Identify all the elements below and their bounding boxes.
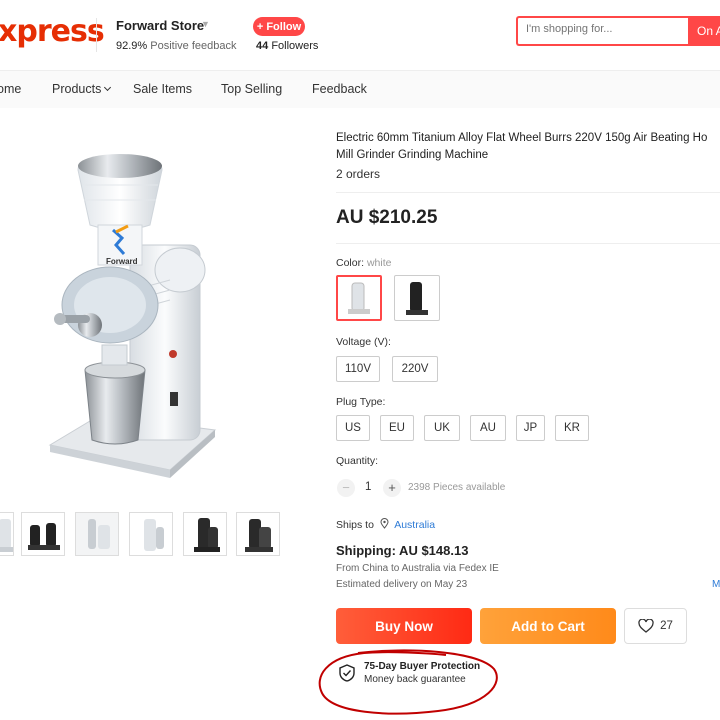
voltage-label: Voltage (V): xyxy=(336,336,391,348)
feedback-label: Positive feedback xyxy=(150,40,237,52)
color-label: Color: white xyxy=(336,257,391,269)
wishlist-count: 27 xyxy=(660,620,673,632)
chevron-down-icon xyxy=(104,83,112,92)
shipping-price: Shipping: AU $148.13 xyxy=(336,543,469,558)
plug-option-uk[interactable]: UK xyxy=(424,415,460,441)
ships-to: Ships to Australia xyxy=(336,518,435,531)
shipping-route: From China to Australia via Fedex IE xyxy=(336,563,499,574)
store-caret-icon[interactable]: ▼ xyxy=(201,19,210,29)
stock-available: 2398 Pieces available xyxy=(408,482,506,493)
ships-to-label: Ships to xyxy=(336,519,374,531)
plug-option-eu[interactable]: EU xyxy=(380,415,414,441)
ships-to-location[interactable]: Australia xyxy=(394,519,435,531)
header-divider xyxy=(96,18,97,52)
followers-label: Followers xyxy=(271,40,319,52)
color-label-text: Color: xyxy=(336,257,365,269)
plug-option-jp[interactable]: JP xyxy=(516,415,545,441)
aliexpress-logo[interactable]: xpress xyxy=(0,14,105,49)
product-title-line2: Mill Grinder Grinding Machine xyxy=(336,149,489,161)
nav-products[interactable]: Products xyxy=(52,82,112,96)
wishlist-button[interactable]: 27 xyxy=(624,608,687,644)
nav-products-label: Products xyxy=(52,82,102,96)
divider xyxy=(336,192,720,193)
nav-feedback-label: Feedback xyxy=(312,82,367,96)
quantity-value[interactable]: 1 xyxy=(365,481,371,493)
search-input[interactable] xyxy=(526,23,686,35)
thumbnail[interactable] xyxy=(236,512,280,556)
color-option-black[interactable] xyxy=(394,275,440,321)
nav-top-selling[interactable]: Top Selling xyxy=(221,82,282,96)
store-nav: ome Products Sale Items Top Selling Feed… xyxy=(0,70,720,108)
store-name[interactable]: Forward Store xyxy=(116,18,204,33)
plug-option-au[interactable]: AU xyxy=(470,415,506,441)
annotation-circle xyxy=(318,649,498,715)
nav-top-selling-label: Top Selling xyxy=(221,82,283,96)
gallery-brand-label: Forward xyxy=(106,257,138,266)
thumbnail[interactable] xyxy=(129,512,173,556)
thumbnail[interactable] xyxy=(0,512,14,556)
plug-option-kr[interactable]: KR xyxy=(555,415,589,441)
divider xyxy=(336,243,720,244)
plug-type-label: Plug Type: xyxy=(336,396,386,408)
thumbnail[interactable] xyxy=(21,512,65,556)
add-to-cart-button[interactable]: Add to Cart xyxy=(480,608,616,644)
product-page: xpress Forward Store ▼ 92.9% Positive fe… xyxy=(0,0,720,720)
voltage-option-110v[interactable]: 110V xyxy=(336,356,380,382)
product-title-line1: Electric 60mm Titanium Alloy Flat Wheel … xyxy=(336,132,708,144)
followers-info: 44 Followers xyxy=(256,40,318,52)
search-scope-button[interactable]: On A xyxy=(688,16,720,46)
location-pin-icon xyxy=(380,518,389,529)
color-value: white xyxy=(366,257,392,269)
order-count: 2 orders xyxy=(336,167,381,181)
main-product-image[interactable]: Forward xyxy=(20,130,290,490)
product-price: AU $210.25 xyxy=(336,207,438,228)
heart-icon xyxy=(638,619,654,633)
voltage-option-220v[interactable]: 220V xyxy=(392,356,438,382)
estimated-delivery: Estimated delivery on May 23 xyxy=(336,579,468,590)
nav-home-label: ome xyxy=(0,82,22,96)
quantity-increase-button[interactable]: + xyxy=(383,479,401,497)
quantity-label: Quantity: xyxy=(336,455,379,467)
store-feedback: 92.9% Positive feedback xyxy=(116,40,236,52)
nav-sale-items-label: Sale Items xyxy=(133,82,193,96)
product-title: Electric 60mm Titanium Alloy Flat Wheel … xyxy=(336,130,720,164)
feedback-percent: 92.9% xyxy=(116,40,148,52)
nav-home[interactable]: ome xyxy=(0,82,21,96)
quantity-decrease-button[interactable]: − xyxy=(337,479,355,497)
nav-sale-items[interactable]: Sale Items xyxy=(133,82,192,96)
followers-count: 44 xyxy=(256,40,269,52)
plug-option-us[interactable]: US xyxy=(336,415,370,441)
store-header: xpress Forward Store ▼ 92.9% Positive fe… xyxy=(0,0,720,70)
buy-now-button[interactable]: Buy Now xyxy=(336,608,472,644)
more-shipping-link[interactable]: M xyxy=(712,579,720,590)
color-option-white[interactable] xyxy=(336,275,382,321)
thumbnail[interactable] xyxy=(75,512,119,556)
follow-button[interactable]: + Follow xyxy=(253,17,305,36)
thumbnail[interactable] xyxy=(183,512,227,556)
nav-feedback[interactable]: Feedback xyxy=(312,82,367,96)
grinder-image: Forward xyxy=(48,154,217,478)
search-box xyxy=(516,16,690,46)
